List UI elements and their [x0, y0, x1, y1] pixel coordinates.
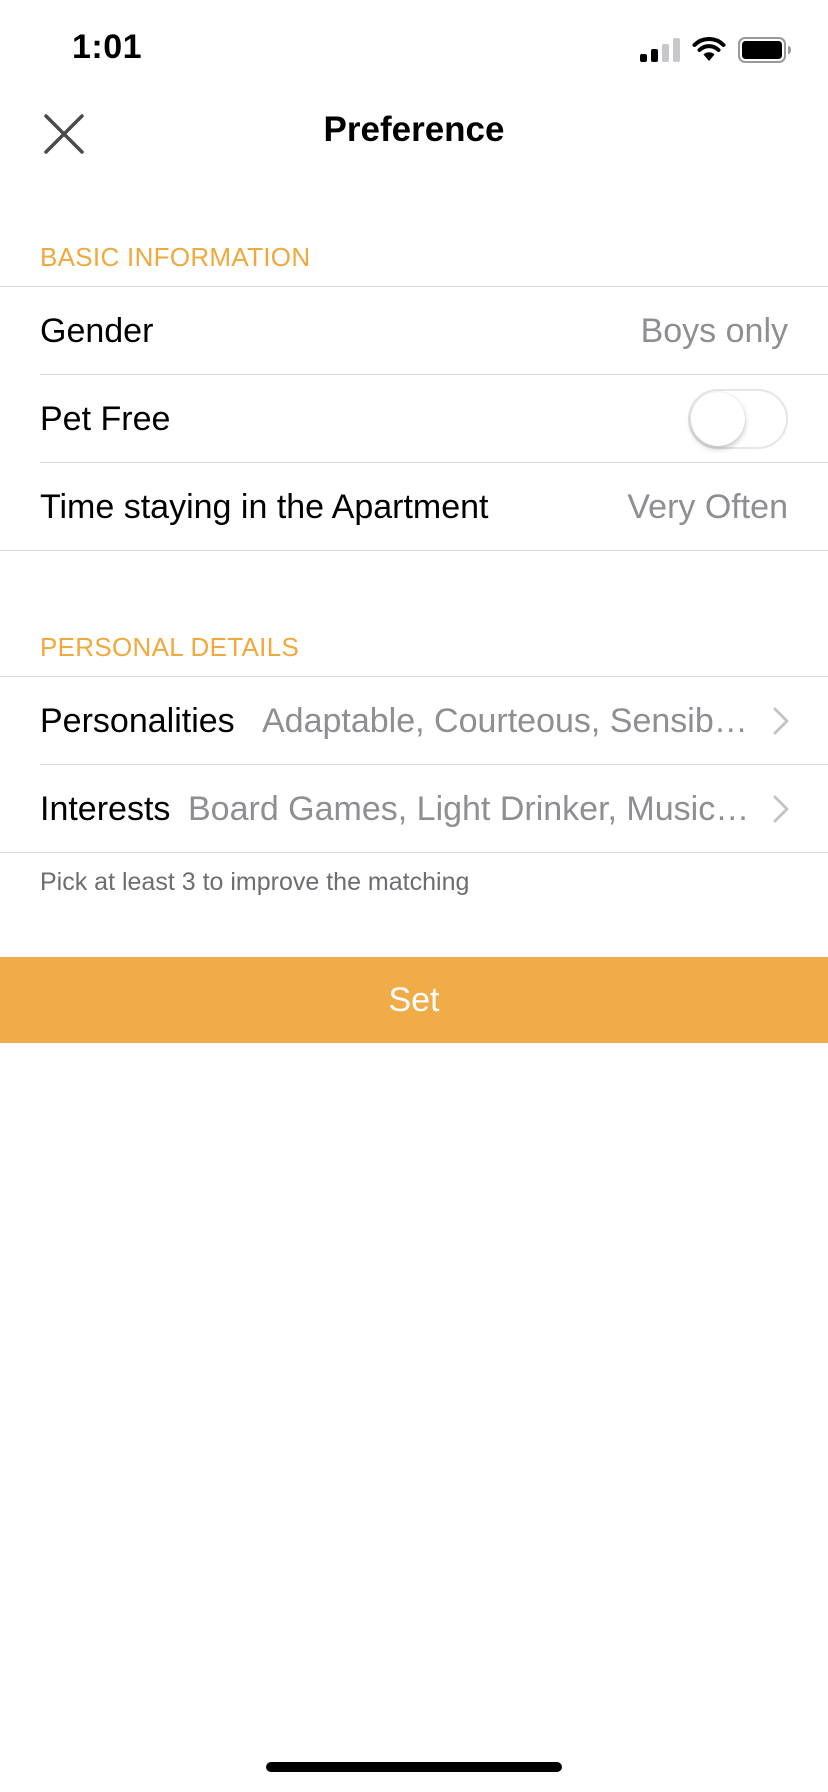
pet-free-toggle[interactable]	[688, 389, 788, 449]
divider	[0, 852, 828, 853]
interests-value: Board Games, Light Drinker, Music, ...	[188, 790, 750, 828]
helper-text: Pick at least 3 to improve the matching	[40, 868, 470, 896]
status-icons	[640, 36, 792, 64]
gender-label: Gender	[40, 312, 154, 350]
cellular-signal-icon	[640, 38, 680, 62]
nav-bar: Preference	[0, 100, 828, 164]
status-time: 1:01	[72, 28, 143, 66]
page-title: Preference	[323, 110, 505, 149]
battery-icon	[738, 37, 791, 63]
pet-free-row: Pet Free	[0, 375, 828, 463]
time-staying-value: Very Often	[627, 488, 788, 526]
section-header-personal-details: PERSONAL DETAILS	[40, 632, 300, 662]
personalities-value: Adaptable, Courteous, Sensible, ...	[262, 702, 750, 740]
personalities-row[interactable]: Personalities Adaptable, Courteous, Sens…	[0, 677, 828, 765]
status-bar: 1:01	[0, 0, 828, 100]
pet-free-label: Pet Free	[40, 400, 171, 438]
gender-value: Boys only	[640, 312, 788, 350]
set-button[interactable]: Set	[0, 957, 828, 1043]
home-indicator	[266, 1762, 562, 1772]
interests-row[interactable]: Interests Board Games, Light Drinker, Mu…	[0, 765, 828, 853]
time-staying-label: Time staying in the Apartment	[40, 488, 489, 526]
wifi-icon	[692, 37, 726, 61]
interests-label: Interests	[40, 790, 171, 828]
time-staying-row[interactable]: Time staying in the Apartment Very Often	[0, 463, 828, 551]
section-header-basic-information: BASIC INFORMATION	[40, 242, 311, 272]
divider	[0, 550, 828, 551]
chevron-right-icon	[773, 707, 789, 735]
chevron-right-icon	[773, 795, 789, 823]
toggle-knob	[691, 392, 745, 446]
personalities-label: Personalities	[40, 702, 235, 740]
gender-row[interactable]: Gender Boys only	[0, 287, 828, 375]
